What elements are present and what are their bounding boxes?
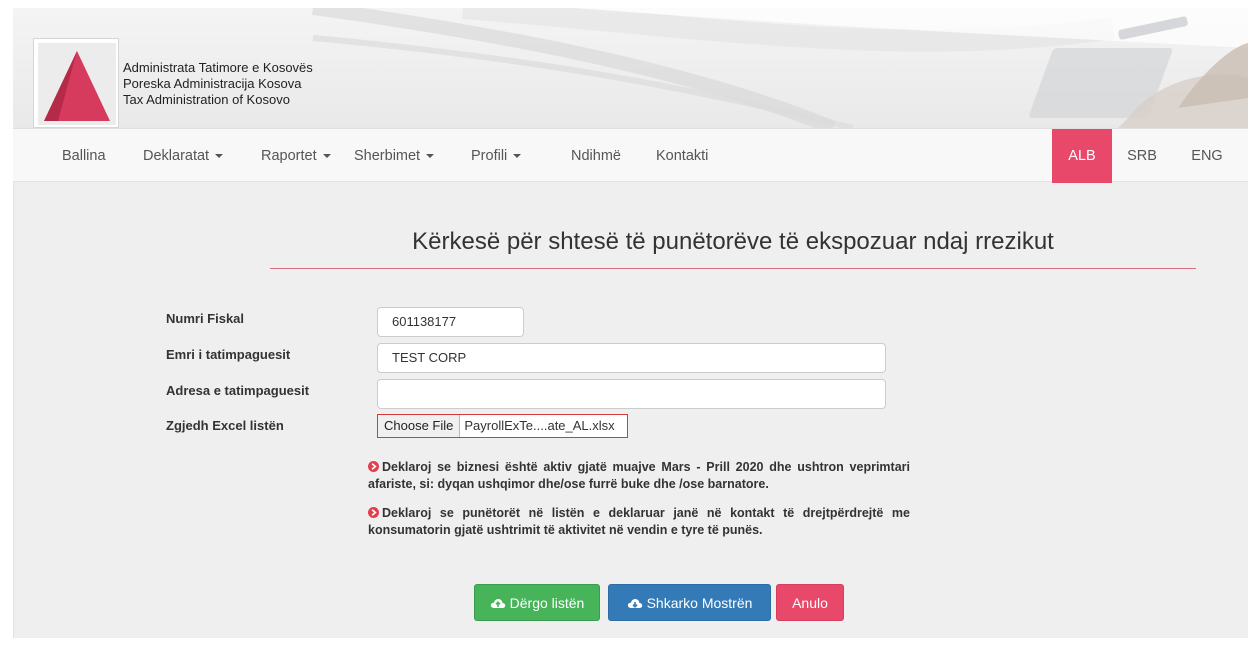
declaration-workers-contact: Deklaroj se punëtorët në listën e deklar… [368, 505, 910, 539]
download-template-label: Shkarko Mostrën [646, 595, 753, 611]
cancel-label: Anulo [792, 595, 828, 611]
declaration-workers-text: Deklaroj se punëtorët në listën e deklar… [368, 506, 910, 537]
language-srb[interactable]: SRB [1112, 129, 1172, 183]
excel-file-label: Zgjedh Excel listën [166, 418, 284, 433]
language-alb-label: ALB [1068, 148, 1096, 164]
taxpayer-address-label: Adresa e tatimpaguesit [166, 383, 310, 398]
language-srb-label: SRB [1127, 148, 1157, 164]
cancel-button[interactable]: Anulo [776, 584, 844, 621]
language-eng-label: ENG [1191, 148, 1223, 164]
nav-raportet-label: Raportet [261, 148, 317, 164]
choose-file-button[interactable]: Choose File [378, 415, 461, 437]
header-banner: Administrata Tatimore e Kosovës Poreska … [13, 8, 1248, 128]
taxpayer-name-label: Emri i tatimpaguesit [166, 347, 291, 362]
nav-profili[interactable]: Profili [471, 129, 522, 183]
send-list-label: Dërgo listën [509, 595, 585, 611]
nav-deklaratat[interactable]: Deklaratat [143, 129, 224, 183]
org-name-english: Tax Administration of Kosovo [123, 92, 290, 107]
nav-raportet[interactable]: Raportet [261, 129, 331, 183]
nav-profili-label: Profili [471, 148, 508, 164]
excel-file-input[interactable]: Choose File PayrollExTe....ate_AL.xlsx [377, 414, 628, 438]
org-name-albanian: Administrata Tatimore e Kosovës [123, 60, 313, 75]
page-title: Kërkesë për shtesë të punëtorëve të eksp… [412, 228, 1054, 255]
declaration-business-active: Deklaroj se biznesi është aktiv gjatë mu… [368, 459, 910, 493]
keyboard-hands-graphic [1029, 16, 1248, 128]
cloud-download-icon [627, 599, 642, 608]
caret-down-icon [215, 154, 224, 159]
atk-triangle-logo-icon [38, 43, 116, 125]
organization-name: Administrata Tatimore e Kosovës Poreska … [123, 60, 313, 108]
language-alb[interactable]: ALB [1052, 129, 1112, 183]
nav-ndihme[interactable]: Ndihmë [571, 129, 621, 183]
nav-deklaratat-label: Deklaratat [143, 148, 210, 164]
fiscal-number-label: Numri Fiskal [166, 311, 245, 326]
taxpayer-address-field[interactable] [377, 379, 886, 409]
nav-ballina-label: Ballina [62, 148, 106, 164]
nav-sherbimet[interactable]: Sherbimet [354, 129, 435, 183]
atk-logo [33, 38, 119, 128]
send-list-button[interactable]: Dërgo listën [474, 584, 600, 621]
nav-sherbimet-label: Sherbimet [354, 148, 421, 164]
title-divider [270, 268, 1196, 269]
main-navbar: Ballina Deklaratat Raportet Sherbimet Pr… [13, 128, 1248, 183]
circle-arrow-right-icon [368, 461, 379, 472]
language-eng[interactable]: ENG [1177, 129, 1237, 183]
nav-kontakti-label: Kontakti [656, 148, 709, 164]
taxpayer-name-field[interactable]: TEST CORP [377, 343, 886, 373]
selected-file-name: PayrollExTe....ate_AL.xlsx [464, 418, 615, 433]
caret-down-icon [426, 154, 435, 159]
declaration-business-text: Deklaroj se biznesi është aktiv gjatë mu… [368, 460, 910, 491]
org-name-serbian: Poreska Administracija Kosova [123, 76, 302, 91]
nav-ballina[interactable]: Ballina [62, 129, 106, 183]
circle-arrow-right-icon [368, 507, 379, 518]
nav-kontakti[interactable]: Kontakti [656, 129, 708, 183]
nav-ndihme-label: Ndihmë [571, 148, 621, 164]
caret-down-icon [513, 154, 522, 159]
fiscal-number-field[interactable]: 601138177 [377, 307, 524, 337]
download-template-button[interactable]: Shkarko Mostrën [608, 584, 771, 621]
caret-down-icon [322, 154, 331, 159]
cloud-upload-icon [490, 599, 505, 608]
